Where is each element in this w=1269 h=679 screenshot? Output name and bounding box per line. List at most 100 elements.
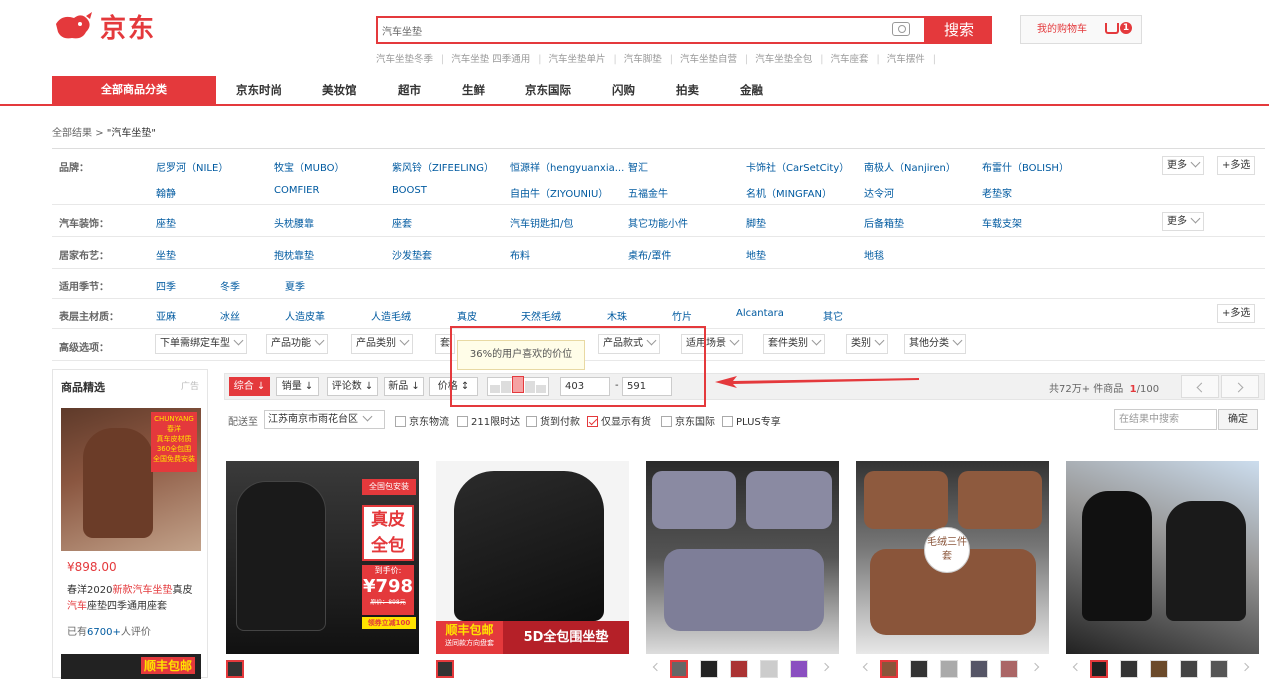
thumbnail[interactable]	[730, 660, 748, 678]
material-option[interactable]: 冰丝	[220, 308, 240, 323]
hotword-link[interactable]: 汽车坐垫自营	[680, 54, 737, 65]
material-option[interactable]: 亚麻	[156, 308, 176, 323]
decor-option[interactable]: 汽车钥匙扣/包	[510, 215, 573, 230]
advanced-dropdown[interactable]: 套件类别	[763, 334, 825, 354]
thumbnail[interactable]	[1210, 660, 1228, 678]
featured-product-image-2[interactable]: 顺丰包邮	[61, 654, 201, 679]
thumbnail[interactable]	[910, 660, 928, 678]
hotword-link[interactable]: 汽车脚垫	[624, 54, 662, 65]
thumbnail[interactable]	[880, 660, 898, 678]
nav-item[interactable]: 京东国际	[525, 76, 571, 104]
thumbnail[interactable]	[436, 660, 454, 678]
nav-item[interactable]: 超市	[398, 76, 421, 104]
decor-option[interactable]: 座套	[392, 215, 412, 230]
brand-multi-select-button[interactable]: +多选	[1217, 156, 1256, 175]
thumbnail[interactable]	[1000, 660, 1018, 678]
filter-checkbox[interactable]: 京东物流	[395, 413, 449, 428]
search-within-input[interactable]: 在结果中搜索	[1114, 409, 1217, 430]
brand-option[interactable]: 尼罗河（NILE）	[156, 159, 228, 174]
home-option[interactable]: 布料	[510, 247, 530, 262]
chevron-right-icon[interactable]	[1240, 662, 1250, 672]
thumbnail[interactable]	[670, 660, 688, 678]
hotword-link[interactable]: 汽车坐垫冬季	[376, 54, 433, 65]
confirm-button[interactable]: 确定	[1218, 409, 1258, 430]
home-option[interactable]: 地垫	[746, 247, 766, 262]
decor-option[interactable]: 后备箱垫	[864, 215, 904, 230]
sort-comments[interactable]: 评论数 ↓	[327, 377, 378, 396]
search-input[interactable]	[382, 21, 882, 39]
next-page-button[interactable]	[1221, 375, 1259, 398]
brand-option[interactable]: 自由牛（ZIYOUNIU）	[510, 185, 608, 200]
brand-option[interactable]: 五福金牛	[628, 185, 668, 200]
brand-option[interactable]: 恒源祥（hengyuanxia...	[510, 159, 624, 174]
material-option[interactable]: 其它	[823, 308, 843, 323]
thumbnail[interactable]	[970, 660, 988, 678]
home-option[interactable]: 坐垫	[156, 247, 176, 262]
filter-checkbox[interactable]: 货到付款	[526, 413, 580, 428]
brand-option[interactable]: 紫风铃（ZIFEELING）	[392, 159, 494, 174]
thumbnail[interactable]	[700, 660, 718, 678]
brand-option[interactable]: 牧宝（MUBO）	[274, 159, 345, 174]
brand-option[interactable]: 老垫家	[982, 185, 1012, 200]
hotword-link[interactable]: 汽车坐垫单片	[549, 54, 606, 65]
sort-new[interactable]: 新品 ↓	[384, 377, 424, 396]
brand-option[interactable]: 卡饰社（CarSetCity）	[746, 159, 849, 174]
brand-option[interactable]: 翰静	[156, 185, 176, 200]
decor-option[interactable]: 头枕腰靠	[274, 215, 314, 230]
material-multi-select-button[interactable]: +多选	[1217, 304, 1256, 323]
filter-checkbox[interactable]: 211限时达	[457, 413, 520, 428]
all-categories-button[interactable]: 全部商品分类	[52, 76, 216, 104]
thumbnail[interactable]	[1150, 660, 1168, 678]
decor-more-button[interactable]: 更多	[1162, 212, 1204, 231]
thumbnail[interactable]	[226, 660, 244, 678]
hotword-link[interactable]: 汽车摆件	[887, 54, 925, 65]
chevron-left-icon[interactable]	[652, 662, 662, 672]
decor-option[interactable]: 其它功能小件	[628, 215, 688, 230]
nav-item[interactable]: 生鲜	[462, 76, 485, 104]
material-option[interactable]: Alcantara	[736, 308, 784, 319]
nav-item[interactable]: 闪购	[612, 76, 635, 104]
cart-button[interactable]: 我的购物车 1	[1020, 15, 1142, 44]
brand-option[interactable]: 布雷什（BOLISH）	[982, 159, 1069, 174]
home-option[interactable]: 抱枕靠垫	[274, 247, 314, 262]
product-image-4[interactable]: 毛绒三件套	[856, 461, 1049, 654]
material-option[interactable]: 竹片	[672, 308, 692, 323]
decor-option[interactable]: 车载支架	[982, 215, 1022, 230]
camera-icon[interactable]	[892, 22, 910, 36]
hotword-link[interactable]: 汽车坐垫全包	[755, 54, 812, 65]
thumbnail[interactable]	[1180, 660, 1198, 678]
season-option[interactable]: 夏季	[285, 278, 305, 293]
nav-item[interactable]: 京东时尚	[236, 76, 282, 104]
material-option[interactable]: 人造毛绒	[371, 308, 411, 323]
prev-page-button[interactable]	[1181, 375, 1219, 398]
advanced-dropdown[interactable]: 产品类别	[351, 334, 413, 354]
search-button[interactable]: 搜索	[926, 16, 992, 44]
material-option[interactable]: 天然毛绒	[521, 308, 561, 323]
thumbnail[interactable]	[760, 660, 778, 678]
brand-option[interactable]: 南极人（Nanjiren）	[864, 159, 956, 174]
filter-checkbox[interactable]: 京东国际	[661, 413, 715, 428]
home-option[interactable]: 桌布/罩件	[628, 247, 671, 262]
product-image-1[interactable]: 全国包安装 真皮全包 到手价: ¥798 原价：898元 领券立减100	[226, 461, 419, 654]
featured-product-image[interactable]: CHUNYANG春洋 真车皮材质 360全包围 全国免费安装	[61, 408, 201, 551]
jd-logo[interactable]: 京东	[52, 6, 182, 46]
brand-option[interactable]: 达令河	[864, 185, 894, 200]
brand-option[interactable]: BOOST	[392, 185, 427, 196]
season-option[interactable]: 冬季	[220, 278, 240, 293]
season-option[interactable]: 四季	[156, 278, 176, 293]
material-option[interactable]: 木珠	[607, 308, 627, 323]
brand-option[interactable]: COMFIER	[274, 185, 319, 196]
product-image-3[interactable]	[646, 461, 839, 654]
advanced-dropdown[interactable]: 其他分类	[904, 334, 966, 354]
thumbnail[interactable]	[1090, 660, 1108, 678]
decor-option[interactable]: 座垫	[156, 215, 176, 230]
hotword-link[interactable]: 汽车座套	[831, 54, 869, 65]
nav-item[interactable]: 金融	[740, 76, 763, 104]
chevron-left-icon[interactable]	[1072, 662, 1082, 672]
featured-description[interactable]: 春洋2020新款汽车坐垫真皮汽车座垫四季通用座套	[67, 583, 197, 615]
chevron-right-icon[interactable]	[1030, 662, 1040, 672]
decor-option[interactable]: 脚垫	[746, 215, 766, 230]
advanced-dropdown[interactable]: 类别	[846, 334, 888, 354]
home-option[interactable]: 地毯	[864, 247, 884, 262]
chevron-right-icon[interactable]	[820, 662, 830, 672]
